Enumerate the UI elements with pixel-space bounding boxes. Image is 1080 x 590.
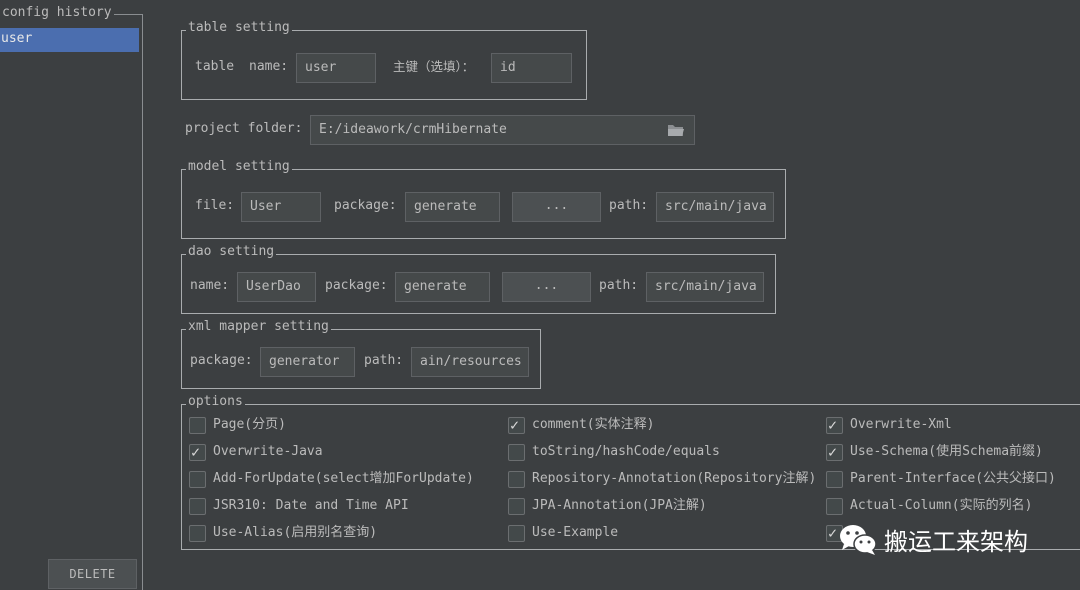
checkmark-icon: ✓	[828, 416, 838, 434]
option-label: Parent-Interface(公共父接口)	[850, 471, 1056, 486]
model-path-label: path:	[609, 198, 649, 213]
model-setting-legend: model setting	[186, 159, 292, 174]
delete-button[interactable]: DELETE	[48, 559, 137, 589]
table-label: table	[195, 59, 235, 74]
option-label: toString/hashCode/equals	[532, 444, 720, 459]
dao-package-label: package:	[325, 278, 388, 293]
option-checkbox[interactable]	[826, 471, 843, 488]
dao-path-label: path:	[599, 278, 639, 293]
option-checkbox[interactable]	[508, 444, 525, 461]
history-item-user[interactable]: user	[0, 28, 139, 52]
option-checkbox[interactable]	[189, 471, 206, 488]
config-history-panel	[0, 14, 143, 590]
option-checkbox[interactable]: ✓	[189, 443, 206, 461]
option-label: Actual-Column(实际的列名)	[850, 498, 1033, 513]
primary-key-input[interactable]: id	[491, 53, 572, 83]
table-name-label: name:	[249, 59, 289, 74]
model-path-input[interactable]: src/main/java	[656, 192, 774, 222]
option-label: Overwrite-Java	[213, 444, 323, 459]
model-package-browse-button[interactable]: ...	[512, 192, 601, 222]
option-label: Overwrite-Xml	[850, 417, 952, 432]
options-legend: options	[186, 394, 245, 409]
config-history-legend: config history	[0, 5, 114, 20]
dao-package-input[interactable]: generate	[395, 272, 490, 302]
checkmark-icon: ✓	[828, 524, 838, 542]
dao-setting-legend: dao setting	[186, 244, 277, 259]
option-checkbox[interactable]	[189, 417, 206, 434]
option-label: Use-Schema(使用Schema前缀)	[850, 444, 1043, 459]
dao-name-label: name:	[190, 278, 230, 293]
primary-key-label: 主键（选填）：	[393, 59, 475, 74]
option-checkbox[interactable]: ✓	[508, 416, 525, 434]
option-label: Use-Alias(启用别名查询)	[213, 525, 378, 540]
model-file-label: file:	[195, 198, 235, 213]
project-folder-input[interactable]: E:/ideawork/crmHibernate	[310, 115, 695, 145]
checkmark-icon: ✓	[510, 416, 520, 434]
option-label: Add-ForUpdate(select增加ForUpdate)	[213, 471, 474, 486]
option-label: comment(实体注释)	[532, 417, 655, 432]
option-checkbox[interactable]	[508, 525, 525, 542]
watermark: 搬运工来架构	[838, 522, 1028, 557]
xml-path-label: path:	[364, 353, 404, 368]
wechat-icon	[840, 524, 877, 555]
xml-mapper-setting-legend: xml mapper setting	[186, 319, 331, 334]
option-checkbox[interactable]	[189, 498, 206, 515]
xml-package-input[interactable]: generator	[260, 347, 355, 377]
option-checkbox[interactable]	[826, 498, 843, 515]
model-package-input[interactable]: generate	[405, 192, 500, 222]
option-checkbox[interactable]	[189, 525, 206, 542]
checkmark-icon: ✓	[191, 443, 201, 461]
table-setting-legend: table setting	[186, 20, 292, 35]
table-name-input[interactable]: user	[296, 53, 376, 83]
option-checkbox[interactable]	[508, 471, 525, 488]
option-label: Use-Example	[532, 525, 619, 540]
checkmark-icon: ✓	[828, 443, 838, 461]
option-label: Repository-Annotation(Repository注解)	[532, 471, 817, 486]
dao-package-browse-button[interactable]: ...	[502, 272, 591, 302]
dao-name-input[interactable]: UserDao	[237, 272, 316, 302]
watermark-text: 搬运工来架构	[884, 528, 1028, 556]
option-checkbox[interactable]: ✓	[826, 443, 843, 461]
option-checkbox[interactable]: ✓	[826, 416, 843, 434]
option-label: Page(分页)	[213, 417, 286, 432]
dao-path-input[interactable]: src/main/java	[646, 272, 764, 302]
option-label: JSR310: Date and Time API	[213, 498, 409, 513]
xml-path-input[interactable]: ain/resources	[411, 347, 529, 377]
project-folder-label: project folder:	[185, 121, 303, 136]
option-checkbox[interactable]	[508, 498, 525, 515]
option-label: JPA-Annotation(JPA注解)	[532, 498, 707, 513]
folder-icon[interactable]	[667, 123, 685, 137]
xml-package-label: package:	[190, 353, 253, 368]
model-package-label: package:	[334, 198, 397, 213]
model-file-input[interactable]: User	[241, 192, 321, 222]
